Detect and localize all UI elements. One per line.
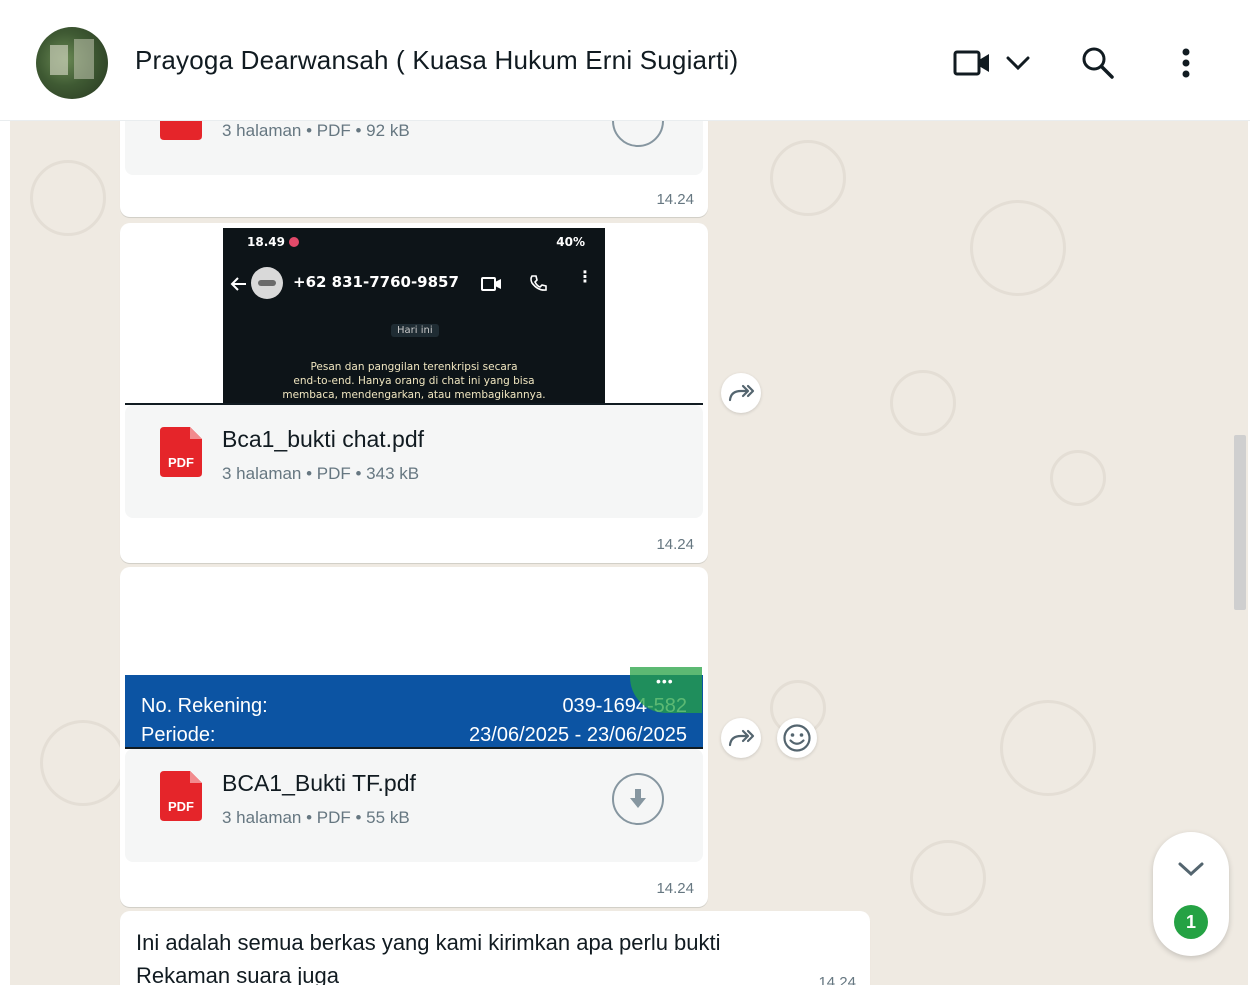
svg-text:PDF: PDF [168, 799, 194, 814]
preview-battery: 40% [556, 235, 585, 249]
scroll-to-bottom-button[interactable]: 1 [1153, 832, 1229, 956]
message-document[interactable]: 3 halaman • PDF • 92 kB 14.24 [120, 120, 708, 217]
download-icon [630, 789, 646, 808]
document-preview[interactable]: No. Rekening: 039-1694-582 Periode: 23/0… [125, 667, 703, 748]
message-time: 14.24 [818, 974, 856, 985]
preview-encryption-notice: Pesan dan panggilan terenkripsi secara e… [282, 361, 546, 401]
rekening-label: No. Rekening: [141, 695, 268, 717]
chat-area: 3 halaman • PDF • 92 kB 14.24 18.49 40% … [10, 120, 1248, 985]
document-card[interactable]: PDF BCA1_Bukti TF.pdf 3 halaman • PDF • … [125, 749, 703, 862]
preview-phone-number: +62 831-7760-9857 [293, 273, 459, 291]
call-options-dropdown[interactable] [1002, 40, 1034, 86]
back-arrow-icon [230, 277, 246, 291]
document-card[interactable]: PDF Bca1_bukti chat.pdf 3 halaman • PDF … [125, 405, 703, 518]
preview-video-icon [481, 277, 501, 291]
periode-label: Periode: [141, 724, 216, 746]
document-card[interactable]: 3 halaman • PDF • 92 kB [125, 120, 703, 175]
svg-text:PDF: PDF [168, 455, 194, 470]
document-meta: 3 halaman • PDF • 55 kB [222, 808, 410, 827]
forward-icon [728, 384, 755, 402]
message-time: 14.24 [656, 880, 694, 897]
forward-icon [728, 729, 755, 747]
message-text[interactable]: Ini adalah semua berkas yang kami kirimk… [120, 911, 870, 985]
notification-dot [289, 237, 299, 247]
document-preview[interactable]: 18.49 40% +62 831-7760-9857 ⋮ Hari ini P… [223, 228, 605, 405]
document-preview-top [125, 572, 703, 675]
unread-badge: 1 [1174, 905, 1208, 939]
preview-phone-icon [530, 275, 547, 291]
document-name: BCA1_Bukti TF.pdf [222, 770, 416, 796]
pdf-icon: PDF [160, 427, 202, 477]
pdf-icon [160, 120, 202, 140]
chat-header: Prayoga Dearwansah ( Kuasa Hukum Erni Su… [0, 0, 1250, 121]
pdf-icon: PDF [160, 771, 202, 821]
menu-button[interactable] [1166, 40, 1206, 86]
search-button[interactable] [1076, 40, 1120, 86]
document-meta: 3 halaman • PDF • 92 kB [222, 121, 410, 140]
react-button[interactable] [777, 718, 817, 758]
preview-avatar [251, 267, 283, 299]
chevron-down-icon [1006, 56, 1030, 71]
video-call-icon [953, 50, 989, 76]
preview-menu-icon: ⋮ [577, 267, 593, 286]
video-call-button[interactable] [950, 40, 994, 86]
message-time: 14.24 [656, 191, 694, 208]
message-document[interactable]: No. Rekening: 039-1694-582 Periode: 23/0… [120, 567, 708, 907]
scrollbar-thumb[interactable] [1234, 435, 1246, 610]
menu-icon [1182, 48, 1190, 78]
forward-button[interactable] [721, 373, 761, 413]
message-body: Ini adalah semua berkas yang kami kirimk… [136, 930, 721, 985]
message-time: 14.24 [656, 536, 694, 553]
contact-name[interactable]: Prayoga Dearwansah ( Kuasa Hukum Erni Su… [135, 45, 738, 76]
chevron-down-icon [1178, 862, 1204, 877]
forward-button[interactable] [721, 718, 761, 758]
document-meta: 3 halaman • PDF • 343 kB [222, 464, 420, 483]
download-button[interactable] [612, 120, 664, 147]
search-icon [1082, 47, 1114, 79]
periode-value: 23/06/2025 - 23/06/2025 [469, 724, 687, 746]
preview-status-time: 18.49 [247, 235, 285, 249]
message-document[interactable]: 18.49 40% +62 831-7760-9857 ⋮ Hari ini P… [120, 223, 708, 563]
emoji-icon [783, 724, 811, 752]
preview-date-chip: Hari ini [391, 324, 439, 337]
document-name: Bca1_bukti chat.pdf [222, 426, 425, 452]
download-button[interactable] [612, 773, 664, 825]
contact-avatar[interactable] [36, 27, 108, 99]
